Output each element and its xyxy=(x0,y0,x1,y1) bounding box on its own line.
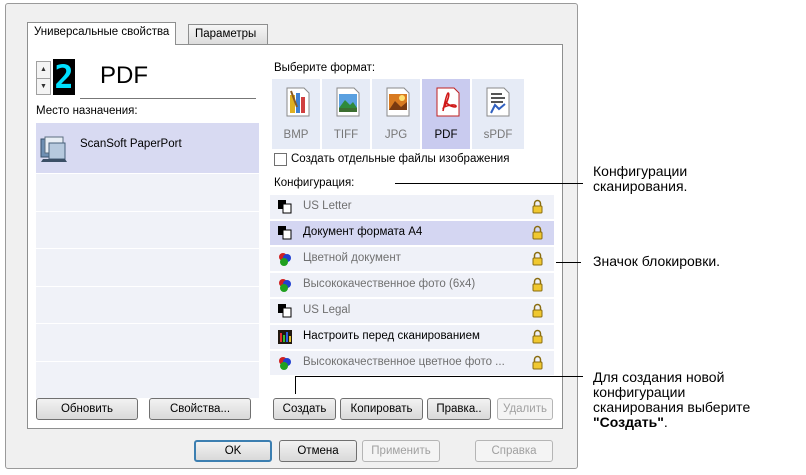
format-pdf[interactable]: PDF xyxy=(422,79,470,149)
configure-before-scan-icon xyxy=(278,330,292,344)
cancel-button[interactable]: Отмена xyxy=(279,440,357,462)
format-label: BMP xyxy=(283,129,309,141)
lock-icon xyxy=(532,303,543,318)
tab-parameters[interactable]: Параметры xyxy=(188,24,268,44)
bw-document-icon xyxy=(278,200,292,214)
bmp-icon xyxy=(286,87,310,117)
callout-line-create xyxy=(295,376,583,377)
format-spdf[interactable]: sPDF xyxy=(472,79,524,149)
config-item[interactable]: US Legal xyxy=(270,299,554,323)
format-label: PDF xyxy=(434,129,458,141)
delete-button[interactable]: Удалить xyxy=(497,398,553,420)
lock-icon xyxy=(532,225,543,240)
destination-empty-row xyxy=(36,249,259,287)
callout-line-create-vertical xyxy=(295,376,296,394)
refresh-button[interactable]: Обновить xyxy=(36,398,138,420)
config-item-label: Настроить перед сканированием xyxy=(303,330,480,342)
edit-button[interactable]: Правка.. xyxy=(427,398,491,420)
callout-configs: Конфигурации сканирования. xyxy=(593,164,687,194)
callout-create-line1: Для создания новой xyxy=(593,369,725,385)
paperport-icon xyxy=(40,136,67,162)
color-document-icon xyxy=(279,253,291,266)
callout-create-period: . xyxy=(663,414,668,430)
destination-empty-row xyxy=(36,211,259,249)
config-item-label: Документ формата А4 xyxy=(303,226,423,238)
config-spinner[interactable]: ▲ ▼ xyxy=(36,61,51,95)
config-item[interactable]: Цветной документ xyxy=(270,247,554,271)
apply-button[interactable]: Применить xyxy=(362,440,440,462)
callout-configs-line2: сканирования. xyxy=(593,178,688,194)
lock-icon xyxy=(532,277,543,292)
callout-configs-line1: Конфигурации xyxy=(593,163,688,179)
bw-document-icon xyxy=(278,304,292,318)
callout-create: Для создания новой конфигурации сканиров… xyxy=(593,370,750,430)
config-item[interactable]: Высококачественное фото (6x4) xyxy=(270,273,554,297)
properties-button[interactable]: Свойства... xyxy=(149,398,251,420)
create-button[interactable]: Создать xyxy=(273,398,336,420)
format-name: PDF xyxy=(100,62,148,89)
configuration-label: Конфигурация: xyxy=(274,177,355,189)
divider xyxy=(80,98,256,99)
spinner-down-icon[interactable]: ▼ xyxy=(37,78,50,94)
callout-line-lock xyxy=(556,262,581,263)
configuration-list: US Letter Документ формата А4 Цветной до… xyxy=(270,195,554,377)
destination-empty-row xyxy=(36,324,259,362)
destination-empty-row xyxy=(36,174,259,212)
config-item-label: Высококачественное цветное фото ... xyxy=(303,356,505,368)
destination-empty-row xyxy=(36,286,259,324)
lock-icon xyxy=(532,251,543,266)
button-number-display: 2 xyxy=(53,58,75,96)
format-select-label: Выберите формат: xyxy=(274,62,376,74)
config-item-label: US Letter xyxy=(303,200,352,212)
config-item[interactable]: Настроить перед сканированием xyxy=(270,325,554,349)
color-photo-icon xyxy=(279,357,291,370)
callout-create-line4: "Создать". xyxy=(593,415,750,430)
tab-universal-properties[interactable]: Универсальные свойства xyxy=(27,22,177,45)
config-item[interactable]: US Letter xyxy=(270,195,554,219)
lock-icon xyxy=(532,355,543,370)
ok-button[interactable]: OK xyxy=(194,440,272,462)
config-item[interactable]: Высококачественное цветное фото ... xyxy=(270,351,554,375)
destination-empty-row xyxy=(36,361,259,399)
help-button[interactable]: Справка xyxy=(475,440,553,462)
lock-icon xyxy=(532,199,543,214)
lock-icon xyxy=(532,329,543,344)
destination-item-label: ScanSoft PaperPort xyxy=(80,138,182,150)
format-bmp[interactable]: BMP xyxy=(272,79,320,149)
destination-list: ScanSoft PaperPort xyxy=(36,123,259,399)
callout-lock: Значок блокировки. xyxy=(593,253,721,269)
separate-files-label: Создать отдельные файлы изображения xyxy=(291,153,510,165)
config-item-label: US Legal xyxy=(303,304,351,316)
separate-files-checkbox[interactable] xyxy=(274,153,287,166)
pdf-icon xyxy=(436,87,460,117)
destination-label: Место назначения: xyxy=(36,105,138,117)
config-item[interactable]: Документ формата А4 xyxy=(270,221,554,245)
spinner-up-icon[interactable]: ▲ xyxy=(37,62,50,78)
format-jpg[interactable]: JPG xyxy=(372,79,420,149)
color-photo-icon xyxy=(279,279,291,292)
callout-create-keyword: "Создать" xyxy=(593,414,664,430)
format-label: TIFF xyxy=(333,129,359,141)
destination-item-paperport[interactable]: ScanSoft PaperPort xyxy=(36,123,259,174)
bw-document-icon xyxy=(278,226,292,240)
format-label: JPG xyxy=(384,129,408,141)
callout-create-line2: конфигурации xyxy=(593,384,686,400)
config-item-label: Высококачественное фото (6x4) xyxy=(303,278,476,290)
callout-line-configs xyxy=(395,183,583,184)
jpg-icon xyxy=(386,87,410,117)
config-item-label: Цветной документ xyxy=(303,252,401,264)
format-tiff[interactable]: TIFF xyxy=(322,79,370,149)
callout-create-line3: сканирования выберите xyxy=(593,399,751,415)
tiff-icon xyxy=(336,87,360,117)
spdf-icon xyxy=(486,87,510,117)
format-label: sPDF xyxy=(483,129,513,141)
copy-button[interactable]: Копировать xyxy=(340,398,423,420)
